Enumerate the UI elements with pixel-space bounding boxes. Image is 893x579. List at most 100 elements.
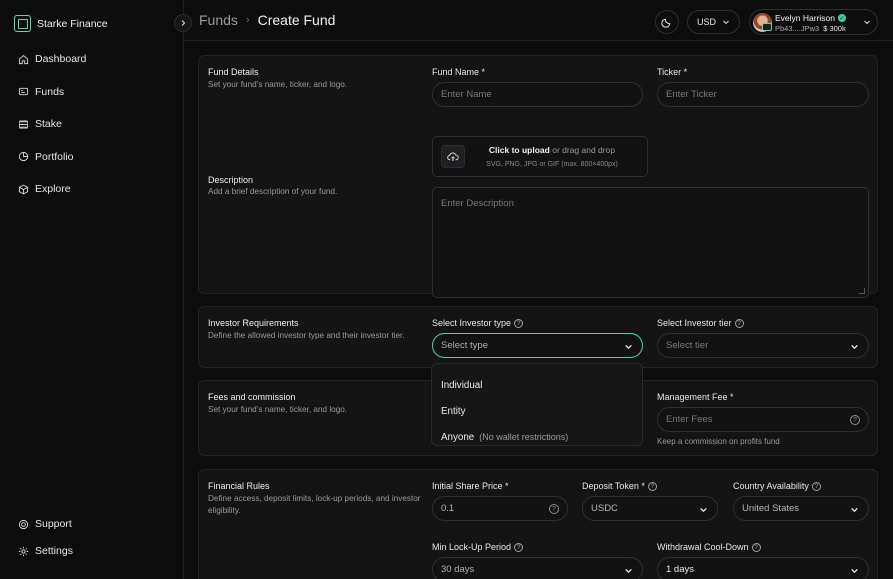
brand-name: Starke Finance: [37, 17, 108, 30]
resize-handle-icon[interactable]: [859, 288, 865, 294]
cooldown-select[interactable]: 1 days: [657, 557, 869, 579]
help-icon[interactable]: ?: [514, 542, 524, 552]
portfolio-icon: [18, 151, 29, 162]
breadcrumb: Funds › Create Fund: [199, 12, 335, 28]
theme-toggle-button[interactable]: [655, 10, 679, 34]
fund-details-title: Fund Details: [208, 67, 259, 77]
ticker-input[interactable]: Enter Ticker: [657, 82, 869, 107]
breadcrumb-funds[interactable]: Funds: [199, 12, 238, 28]
share-price-value: 0.1: [441, 503, 455, 514]
fund-name-placeholder: Enter Name: [441, 89, 492, 100]
deposit-token-label: Deposit Token * ?: [582, 481, 657, 491]
brand[interactable]: Starke Finance: [14, 15, 108, 32]
user-menu[interactable]: Evelyn Harrison ✓ Pb43....JPw3 $ 300k: [749, 9, 878, 35]
description-title: Description: [208, 175, 254, 185]
sidebar-item-label: Settings: [35, 545, 73, 557]
upload-instructions: Click to upload or drag and drop: [433, 145, 649, 155]
management-fee-input[interactable]: Enter Fees ?: [657, 407, 869, 432]
wallet-badge-icon: [762, 23, 772, 31]
upload-formats: SVG, PNG, JPG or GIF (max. 800×400px): [486, 161, 618, 168]
menu-item-label: Entity: [441, 405, 466, 417]
investor-tier-label-text: Select Investor tier: [657, 318, 732, 328]
chevron-down-icon: [851, 568, 858, 574]
sidebar-item-support[interactable]: Support: [18, 516, 73, 532]
logo-upload-dropzone[interactable]: Click to upload or drag and drop SVG, PN…: [432, 136, 648, 177]
help-icon[interactable]: ?: [751, 542, 761, 552]
sidebar-item-dashboard[interactable]: Dashboard: [18, 51, 86, 67]
collapse-sidebar-button[interactable]: [174, 14, 192, 32]
fund-details-card: Fund Details Set your fund’s name, ticke…: [198, 55, 878, 298]
investor-tier-select[interactable]: Select tier: [657, 333, 869, 358]
user-name: Evelyn Harrison ✓: [775, 13, 846, 23]
chevron-down-icon: [625, 344, 632, 350]
sidebar-item-label: Explore: [35, 183, 71, 195]
description-placeholder: Enter Description: [441, 198, 514, 209]
lockup-label-text: Min Lock-Up Period: [432, 542, 512, 552]
currency-select[interactable]: USD: [687, 10, 740, 34]
country-label-text: Country Availability: [733, 481, 809, 491]
help-icon[interactable]: ?: [549, 504, 559, 514]
moon-icon: [661, 18, 671, 28]
financial-title: Financial Rules: [208, 481, 270, 491]
financial-description: Define access, deposit limits, lock-up p…: [208, 494, 421, 515]
fund-name-label: Fund Name *: [432, 67, 486, 77]
deposit-token-value: USDC: [591, 503, 618, 514]
investor-type-placeholder: Select type: [441, 340, 488, 351]
lockup-value: 30 days: [441, 564, 475, 575]
deposit-token-select[interactable]: USDC: [582, 496, 718, 521]
sidebar-item-settings[interactable]: Settings: [18, 543, 73, 559]
lockup-label: Min Lock-Up Period ?: [432, 542, 524, 552]
menu-item-label: Anyone: [441, 431, 475, 443]
help-icon[interactable]: ?: [647, 481, 657, 491]
investor-type-label: Select Investor type ?: [432, 318, 524, 328]
currency-value: USD: [696, 17, 716, 27]
menu-item-individual[interactable]: Individual: [432, 372, 642, 398]
help-icon[interactable]: ?: [811, 481, 821, 491]
page-title: Create Fund: [257, 12, 336, 28]
help-icon[interactable]: ?: [514, 318, 524, 328]
investor-tier-placeholder: Select tier: [666, 340, 709, 351]
sidebar-item-explore[interactable]: Explore: [18, 181, 86, 197]
sidebar-item-funds[interactable]: Funds: [18, 84, 86, 100]
investor-type-select[interactable]: Select type: [432, 333, 643, 358]
chevron-down-icon: [723, 20, 729, 25]
menu-item-anyone[interactable]: Anyone (No wallet restrictions): [432, 424, 642, 450]
sidebar-item-label: Support: [35, 518, 72, 530]
management-fee-hint: Keep a commission on profits fund: [657, 437, 780, 446]
description-textarea[interactable]: Enter Description: [432, 187, 869, 298]
sidebar-item-label: Stake: [35, 118, 62, 130]
menu-item-entity[interactable]: Entity: [432, 398, 642, 424]
help-icon[interactable]: ?: [850, 415, 860, 425]
topbar: Funds › Create Fund USD Evelyn Harrison …: [184, 0, 893, 41]
investor-title: Investor Requirements: [208, 318, 299, 328]
cooldown-label-text: Withdrawal Cool-Down: [657, 542, 749, 552]
upload-alt-text: or drag and drop: [552, 145, 616, 155]
description-help: Add a brief description of your fund.: [208, 187, 338, 196]
upload-link[interactable]: Click to upload: [489, 145, 550, 155]
country-select[interactable]: United States: [733, 496, 869, 521]
sidebar-item-label: Portfolio: [35, 150, 74, 163]
fund-details-description: Set your fund’s name, ticker, and logo.: [208, 80, 348, 89]
investor-type-label-text: Select Investor type: [432, 318, 512, 328]
funds-icon: [18, 87, 29, 96]
sidebar-item-stake[interactable]: Stake: [18, 116, 86, 132]
investor-requirements-card: Investor Requirements Define the allowed…: [198, 306, 878, 368]
chevron-down-icon: [851, 344, 858, 350]
fund-name-input[interactable]: Enter Name: [432, 82, 643, 107]
support-icon: [18, 519, 29, 529]
sidebar-item-portfolio[interactable]: Portfolio: [18, 149, 86, 165]
home-icon: [18, 54, 29, 64]
investor-type-menu: Individual Entity Anyone (No wallet rest…: [431, 363, 643, 446]
share-price-input[interactable]: 0.1 ?: [432, 496, 568, 521]
chevron-down-icon: [864, 20, 870, 25]
menu-item-note: (No wallet restrictions): [479, 432, 569, 442]
user-name-text: Evelyn Harrison: [775, 13, 835, 23]
sidebar-nav: Dashboard Funds Stake Portfolio Explore: [18, 51, 86, 214]
help-icon[interactable]: ?: [734, 318, 744, 328]
cooldown-value: 1 days: [666, 564, 694, 575]
lockup-select[interactable]: 30 days: [432, 557, 643, 579]
stake-icon: [19, 119, 28, 129]
country-label: Country Availability ?: [733, 481, 821, 491]
ticker-label: Ticker *: [657, 67, 688, 77]
fees-description: Set your fund’s name, ticker, and logo.: [208, 405, 348, 414]
